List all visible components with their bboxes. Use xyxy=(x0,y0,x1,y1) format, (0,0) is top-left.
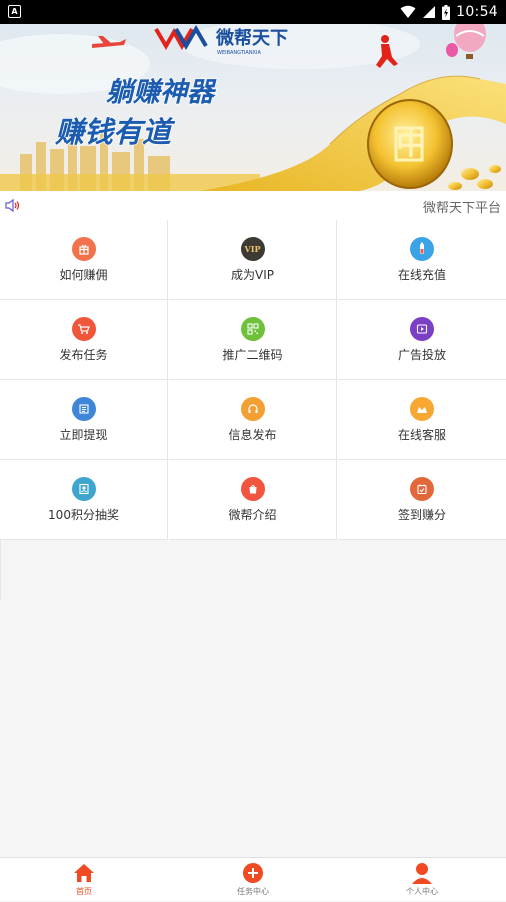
grid-item-label: 成为VIP xyxy=(231,268,274,282)
grid-item-qrcode[interactable]: 推广二维码 xyxy=(169,300,337,380)
wifi-icon xyxy=(400,5,416,18)
announcement-ticker[interactable]: 微帮天下平台 xyxy=(0,191,506,221)
grid-item-lottery[interactable]: 100积分抽奖 xyxy=(0,460,168,540)
speaker-icon xyxy=(5,198,20,213)
grid-item-how-to-earn[interactable]: 如何赚佣 xyxy=(0,220,168,300)
nav-task-center[interactable]: 任务中心 xyxy=(169,858,337,902)
feature-grid: 如何赚佣 VIP 成为VIP 在线充值 发布任务 推广二维码 广告投放 立即提现… xyxy=(0,220,506,540)
nav-task-center-label: 任务中心 xyxy=(237,887,269,896)
person-icon xyxy=(412,863,432,884)
grid-item-label: 签到赚分 xyxy=(397,508,446,522)
gift-icon xyxy=(71,237,96,261)
intro-icon xyxy=(240,477,265,501)
grid-item-withdraw[interactable]: 立即提现 xyxy=(0,380,168,460)
grid-item-customer-service[interactable]: 在线客服 xyxy=(338,380,506,460)
nav-home-label: 首页 xyxy=(76,887,92,896)
cart-icon xyxy=(71,317,96,341)
headset-icon xyxy=(240,397,265,421)
grid-item-label: 在线充值 xyxy=(397,268,446,282)
grid-item-label: 立即提现 xyxy=(59,428,108,442)
divider xyxy=(0,540,1,600)
small-balloon-icon xyxy=(446,43,458,57)
withdraw-icon xyxy=(71,397,96,421)
grid-item-recharge[interactable]: 在线充值 xyxy=(338,220,506,300)
recharge-icon xyxy=(410,237,434,261)
grid-item-advertising[interactable]: 广告投放 xyxy=(338,300,506,380)
vip-icon: VIP xyxy=(240,237,265,261)
grid-item-label: 信息发布 xyxy=(228,428,277,442)
battery-charging-icon xyxy=(442,4,451,20)
grid-item-label: 微帮介绍 xyxy=(228,508,277,522)
checkin-icon xyxy=(410,477,434,501)
signal-icon xyxy=(423,6,436,18)
service-icon xyxy=(410,397,434,421)
nav-profile[interactable]: 个人中心 xyxy=(338,858,506,902)
video-icon xyxy=(410,317,434,341)
grid-item-publish-task[interactable]: 发布任务 xyxy=(0,300,168,380)
grid-item-label: 广告投放 xyxy=(397,348,446,362)
hot-air-balloon-icon xyxy=(454,24,486,59)
svg-text:赚钱有道: 赚钱有道 xyxy=(54,115,176,149)
bottom-nav: 首页 任务中心 个人中心 xyxy=(0,857,506,901)
ticker-text: 微帮天下平台 xyxy=(423,201,502,216)
grid-item-label: 发布任务 xyxy=(59,348,108,362)
banner-artwork: 中 微帮天下 WEIBANGTIANXIA 躺赚神器 赚钱有道 xyxy=(0,24,506,191)
grid-item-checkin[interactable]: 签到赚分 xyxy=(338,460,506,540)
task-add-icon xyxy=(243,863,263,883)
status-bar: A 10:54 xyxy=(0,0,506,24)
grid-item-info-publish[interactable]: 信息发布 xyxy=(169,380,337,460)
grid-item-introduction[interactable]: 微帮介绍 xyxy=(169,460,337,540)
lottery-icon xyxy=(71,477,96,501)
svg-text:中: 中 xyxy=(396,127,426,162)
nav-profile-label: 个人中心 xyxy=(406,887,438,896)
grid-item-label: 推广二维码 xyxy=(222,348,283,362)
clock: 10:54 xyxy=(456,4,498,20)
promo-banner[interactable]: 中 微帮天下 WEIBANGTIANXIA 躺赚神器 赚钱有道 xyxy=(0,24,506,191)
svg-text:躺赚神器: 躺赚神器 xyxy=(106,77,217,108)
home-icon xyxy=(74,864,94,882)
svg-text:微帮天下: 微帮天下 xyxy=(215,27,288,49)
nav-home[interactable]: 首页 xyxy=(0,858,168,902)
qrcode-icon xyxy=(240,317,265,341)
grid-item-label: 在线客服 xyxy=(397,428,446,442)
notification-a-icon: A xyxy=(8,5,21,18)
grid-item-become-vip[interactable]: VIP 成为VIP xyxy=(169,220,337,300)
svg-text:WEIBANGTIANXIA: WEIBANGTIANXIA xyxy=(217,50,261,56)
grid-item-label: 如何赚佣 xyxy=(59,268,108,282)
grid-item-label: 100积分抽奖 xyxy=(48,508,119,522)
